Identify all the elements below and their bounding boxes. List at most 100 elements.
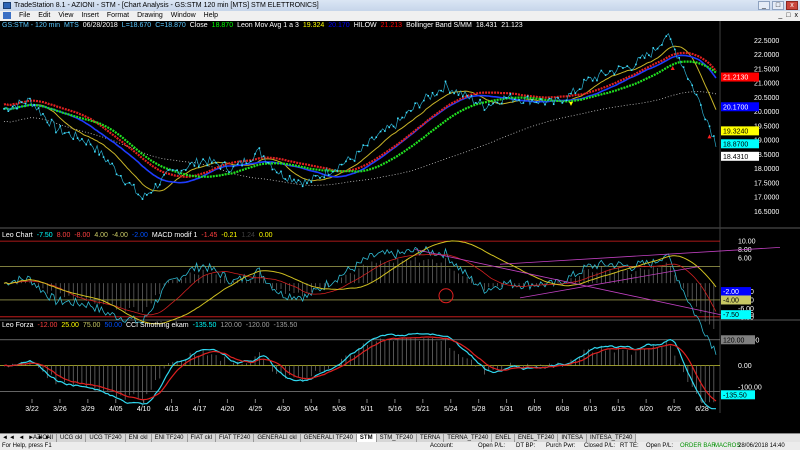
date-label: 5/16 (388, 406, 402, 413)
closed-pnl-label: Closed P/L: (584, 443, 616, 449)
tab-eni-ckl[interactable]: ENI ckl (125, 434, 152, 442)
price-dot (405, 111, 408, 114)
menu-window[interactable]: Window (167, 11, 200, 21)
price-dot (297, 179, 300, 181)
price-dot (33, 104, 36, 106)
tab-fiat-ckl[interactable]: FIAT ckl (187, 434, 216, 442)
price-dot (98, 154, 101, 156)
macd-header-item-7: MACD modif 1 (151, 232, 198, 239)
price-dot (678, 57, 681, 59)
price-dot (431, 91, 434, 94)
macd-axis-label: 10.00 (738, 239, 756, 246)
price-dot (587, 76, 590, 79)
chart-canvas[interactable]: 22.500022.000021.500021.000020.500020.00… (0, 21, 800, 413)
menu-edit[interactable]: Edit (34, 11, 54, 21)
menu-format[interactable]: Format (103, 11, 133, 21)
maximize-button[interactable]: □ (772, 1, 784, 10)
price-dot (128, 181, 131, 184)
price-header-item-0: GS:STM - 120 min (2, 22, 60, 29)
price-header-item-1: MTS (63, 22, 79, 29)
macros-button[interactable]: MACROS (714, 442, 740, 450)
macd-header-item-8: -1.45 (201, 232, 218, 239)
price-axis-label: 20.5000 (754, 95, 779, 102)
price-dot (280, 170, 282, 173)
price-dot (392, 125, 395, 128)
price-dot (184, 169, 187, 171)
price-dot (37, 107, 40, 109)
tab-ucg-tf240[interactable]: UCG TF240 (86, 434, 126, 442)
price-axis-label: 22.0000 (754, 52, 779, 59)
price-dot (85, 143, 88, 146)
price-dot (539, 98, 542, 100)
price-dot (236, 163, 239, 165)
price-dot (76, 137, 79, 139)
cci-header-item-0: Leo Forza (2, 322, 34, 329)
tab-enel[interactable]: ENEL (492, 434, 515, 442)
price-dot (137, 193, 139, 196)
tab-ucg-ckl[interactable]: UCG ckl (57, 434, 87, 442)
price-tag-text: 18.8700 (723, 141, 748, 148)
price-dot (453, 92, 455, 95)
child-maximize-button[interactable]: □ (786, 11, 790, 21)
tab-fiat-tf240[interactable]: FIAT TF240 (215, 434, 255, 442)
tab-intesa-tf240[interactable]: INTESA_TF240 (587, 434, 637, 442)
buy-signal-arrow (569, 101, 574, 106)
date-label: 4/25 (249, 406, 263, 413)
tab-generali-ckl[interactable]: GENERALI ckl (254, 434, 301, 442)
child-minimize-button[interactable]: _ (778, 11, 782, 21)
price-dot (708, 125, 711, 128)
tab-stm[interactable]: STM (356, 434, 377, 442)
price-dot (59, 125, 62, 127)
macd-tag-text: -4.00 (723, 297, 739, 304)
price-dot (674, 48, 676, 51)
price-dot (552, 103, 555, 106)
menu-drawing[interactable]: Drawing (133, 11, 167, 21)
date-label: 6/20 (639, 406, 653, 413)
price-dot (68, 131, 70, 134)
price-dot (120, 175, 122, 177)
macd-tag-text: -7.50 (723, 312, 739, 319)
menu-insert[interactable]: Insert (77, 11, 103, 21)
tab-intesa[interactable]: INTESA (558, 434, 588, 442)
tab-enel-tf240[interactable]: ENEL_TF240 (514, 434, 559, 442)
price-line (3, 33, 717, 200)
menu-help[interactable]: Help (200, 11, 222, 21)
price-dot (232, 165, 235, 168)
child-close-button[interactable]: x (795, 11, 799, 21)
price-dot (366, 144, 369, 147)
price-dot (202, 158, 204, 160)
price-dot (669, 38, 672, 40)
price-header-item-10: HILOW (353, 22, 377, 29)
minimize-button[interactable]: _ (758, 1, 770, 10)
order-bar-button[interactable]: ORDER BAR (680, 442, 716, 450)
tab-terna[interactable]: TERNA (416, 434, 445, 442)
tab-stm-tf240[interactable]: STM_TF240 (376, 434, 417, 442)
price-dot (150, 191, 152, 194)
cci-header-item-4: 50.00 (104, 322, 122, 329)
price-dot (107, 159, 109, 162)
price-dot (332, 170, 334, 173)
price-dot (695, 93, 698, 96)
chart-area[interactable]: 22.5000 22.0000 21.5000 21.0000 20.5000 20.00… (0, 21, 800, 413)
tab-scroll-arrows[interactable]: ◄◄ ◄ ► ►► (2, 434, 52, 442)
price-dot (50, 118, 53, 121)
date-label: 4/13 (165, 406, 179, 413)
menu-view[interactable]: View (54, 11, 77, 21)
rt-te-label: RT TE: (620, 443, 639, 449)
price-header-item-2: 06/28/2018 (82, 22, 118, 29)
macd-tag-text: -2.00 (723, 289, 739, 296)
tab-eni-tf240[interactable]: ENI TF240 (151, 434, 188, 442)
tab-terna-tf240[interactable]: TERNA_TF240 (444, 434, 493, 442)
close-button[interactable]: x (786, 1, 798, 10)
price-dot (94, 150, 96, 153)
price-dot (7, 110, 10, 112)
menu-file[interactable]: File (15, 11, 34, 21)
price-dot (284, 178, 287, 180)
price-dot (526, 95, 529, 98)
macd-cyan-line (3, 245, 717, 355)
tab-generali-tf240[interactable]: GENERALI TF240 (300, 434, 357, 442)
sell-signal-arrow (670, 66, 675, 71)
price-dot (626, 65, 629, 67)
tradestation-window: TradeStation 8.1 - AZIONI - STM - [Chart… (0, 0, 800, 450)
sell-signal-arrow-2 (707, 134, 712, 139)
